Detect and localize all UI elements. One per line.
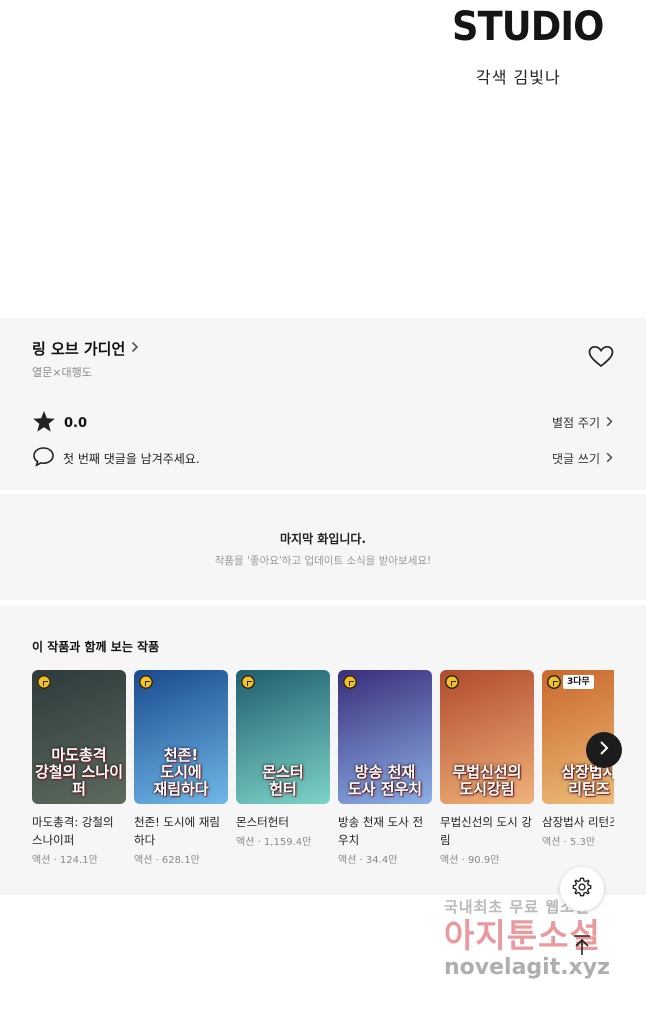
card-meta: 액션 · 1,159.4만	[236, 837, 312, 848]
cover-title: 마도총격 강철의 스나이퍼	[34, 746, 124, 798]
comment-prompt: 첫 번째 댓글을 남겨주세요.	[63, 452, 200, 466]
clock-icon	[139, 675, 153, 689]
card-meta: 액션 · 5.3만	[542, 837, 596, 848]
card-title: 삼장법사 리턴즈	[542, 815, 614, 829]
chevron-right-icon	[131, 341, 139, 357]
chevron-right-icon	[599, 740, 609, 760]
heart-icon[interactable]	[588, 345, 614, 369]
cover-image: 천존! 도시에 재림하다	[134, 670, 228, 804]
rate-label: 별점 주기	[552, 416, 600, 430]
last-episode-title: 마지막 화입니다.	[279, 532, 367, 546]
cover-title: 천존! 도시에 재림하다	[153, 746, 209, 798]
related-work-card[interactable]: 몬스터 헌터몬스터헌터액션 · 1,159.4만	[236, 670, 330, 848]
last-episode-notice: 마지막 화입니다. 작품을 '좋아요'하고 업데이트 소식을 받아보세요!	[0, 494, 646, 600]
work-authors: 열문×대행도	[32, 366, 92, 379]
speech-bubble-icon	[32, 446, 55, 471]
studio-logo: STUDIO	[452, 4, 604, 50]
settings-button[interactable]	[560, 867, 604, 911]
clock-icon	[343, 675, 357, 689]
related-work-card[interactable]: 방송 천재 도사 전우치 방송 천재 도사 전우치 액션 · 34.4만	[338, 670, 432, 866]
last-episode-subtitle: 작품을 '좋아요'하고 업데이트 소식을 받아보세요!	[214, 555, 432, 567]
site-watermark: 국내최초 무료 웹소설 아지툰소설 novelagit.xyz	[444, 896, 634, 981]
related-work-card[interactable]: 천존! 도시에 재림하다 천존! 도시에 재림하다 액션 · 628.1만	[134, 670, 228, 866]
card-title: 방송 천재 도사 전우치	[338, 815, 424, 847]
cover-title: 몬스터 헌터	[262, 763, 304, 798]
cover-image: 방송 천재 도사 전우치	[338, 670, 432, 804]
clock-icon	[241, 675, 255, 689]
rate-button[interactable]: 별점 주기	[552, 414, 613, 431]
chevron-right-icon	[606, 452, 613, 466]
cover-title: 무법신선의 도시강림	[452, 763, 522, 798]
chevron-right-icon	[606, 416, 613, 430]
watermark-url: novelagit.xyz	[444, 955, 610, 980]
scroll-to-top-button[interactable]	[567, 932, 597, 962]
related-work-card[interactable]: 무법신선의 도시강림무법신선의 도시 강림액션 · 90.9만	[440, 670, 534, 866]
cover-title: 삼장법사 리턴즈	[561, 763, 614, 798]
card-meta: 액션 · 124.1만	[32, 855, 98, 866]
related-work-card[interactable]: 마도총격 강철의 스나이퍼마도총격: 강철의 스나이퍼액션 · 124.1만	[32, 670, 126, 866]
rating-row: 0.0	[32, 410, 87, 437]
clock-icon	[547, 675, 561, 689]
watermark-brand: 아지툰소설	[444, 916, 601, 955]
card-meta: 액션 · 90.9만	[440, 855, 500, 866]
cover-image: 무법신선의 도시강림	[440, 670, 534, 804]
related-works-section: 이 작품과 함께 보는 작품 마도총격 강철의 스나이퍼마도총격: 강철의 스나…	[0, 605, 646, 895]
status-badge: 3다무	[563, 675, 594, 689]
cover-image: 몬스터 헌터	[236, 670, 330, 804]
studio-credit: 각색 김빛나	[476, 68, 561, 87]
work-info-panel: 링 오브 가디언 열문×대행도 0.0 첫 번째 댓글을 남겨주세요. 별점 주…	[0, 318, 646, 490]
clock-icon	[445, 675, 459, 689]
carousel-next-button[interactable]	[586, 732, 622, 768]
work-title: 링 오브 가디언	[32, 340, 126, 358]
star-icon	[32, 410, 56, 437]
watermark-tagline: 국내최초 무료 웹소설	[444, 898, 590, 916]
comment-row: 첫 번째 댓글을 남겨주세요.	[32, 446, 200, 471]
rating-value: 0.0	[64, 416, 88, 431]
write-comment-button[interactable]: 댓글 쓰기	[552, 450, 613, 467]
card-title: 몬스터헌터	[236, 815, 289, 829]
clock-icon	[37, 675, 51, 689]
card-meta: 액션 · 628.1만	[134, 855, 200, 866]
card-title: 천존! 도시에 재림하다	[134, 815, 220, 847]
studio-banner: STUDIO 각색 김빛나	[0, 0, 646, 318]
write-comment-label: 댓글 쓰기	[552, 452, 600, 466]
related-works-heading: 이 작품과 함께 보는 작품	[32, 640, 160, 654]
card-title: 마도총격: 강철의 스나이퍼	[32, 815, 114, 847]
card-meta: 액션 · 34.4만	[338, 855, 398, 866]
work-title-link[interactable]: 링 오브 가디언	[32, 338, 139, 359]
cover-image: 마도총격 강철의 스나이퍼	[32, 670, 126, 804]
arrow-up-icon	[572, 934, 592, 960]
gear-icon	[571, 876, 593, 902]
cover-title: 방송 천재 도사 전우치	[347, 763, 423, 798]
related-works-carousel: 마도총격 강철의 스나이퍼 마도총격: 강철의 스나이퍼 액션 · 124.1만 천존…	[32, 670, 614, 885]
card-title: 무법신선의 도시 강림	[440, 815, 532, 847]
